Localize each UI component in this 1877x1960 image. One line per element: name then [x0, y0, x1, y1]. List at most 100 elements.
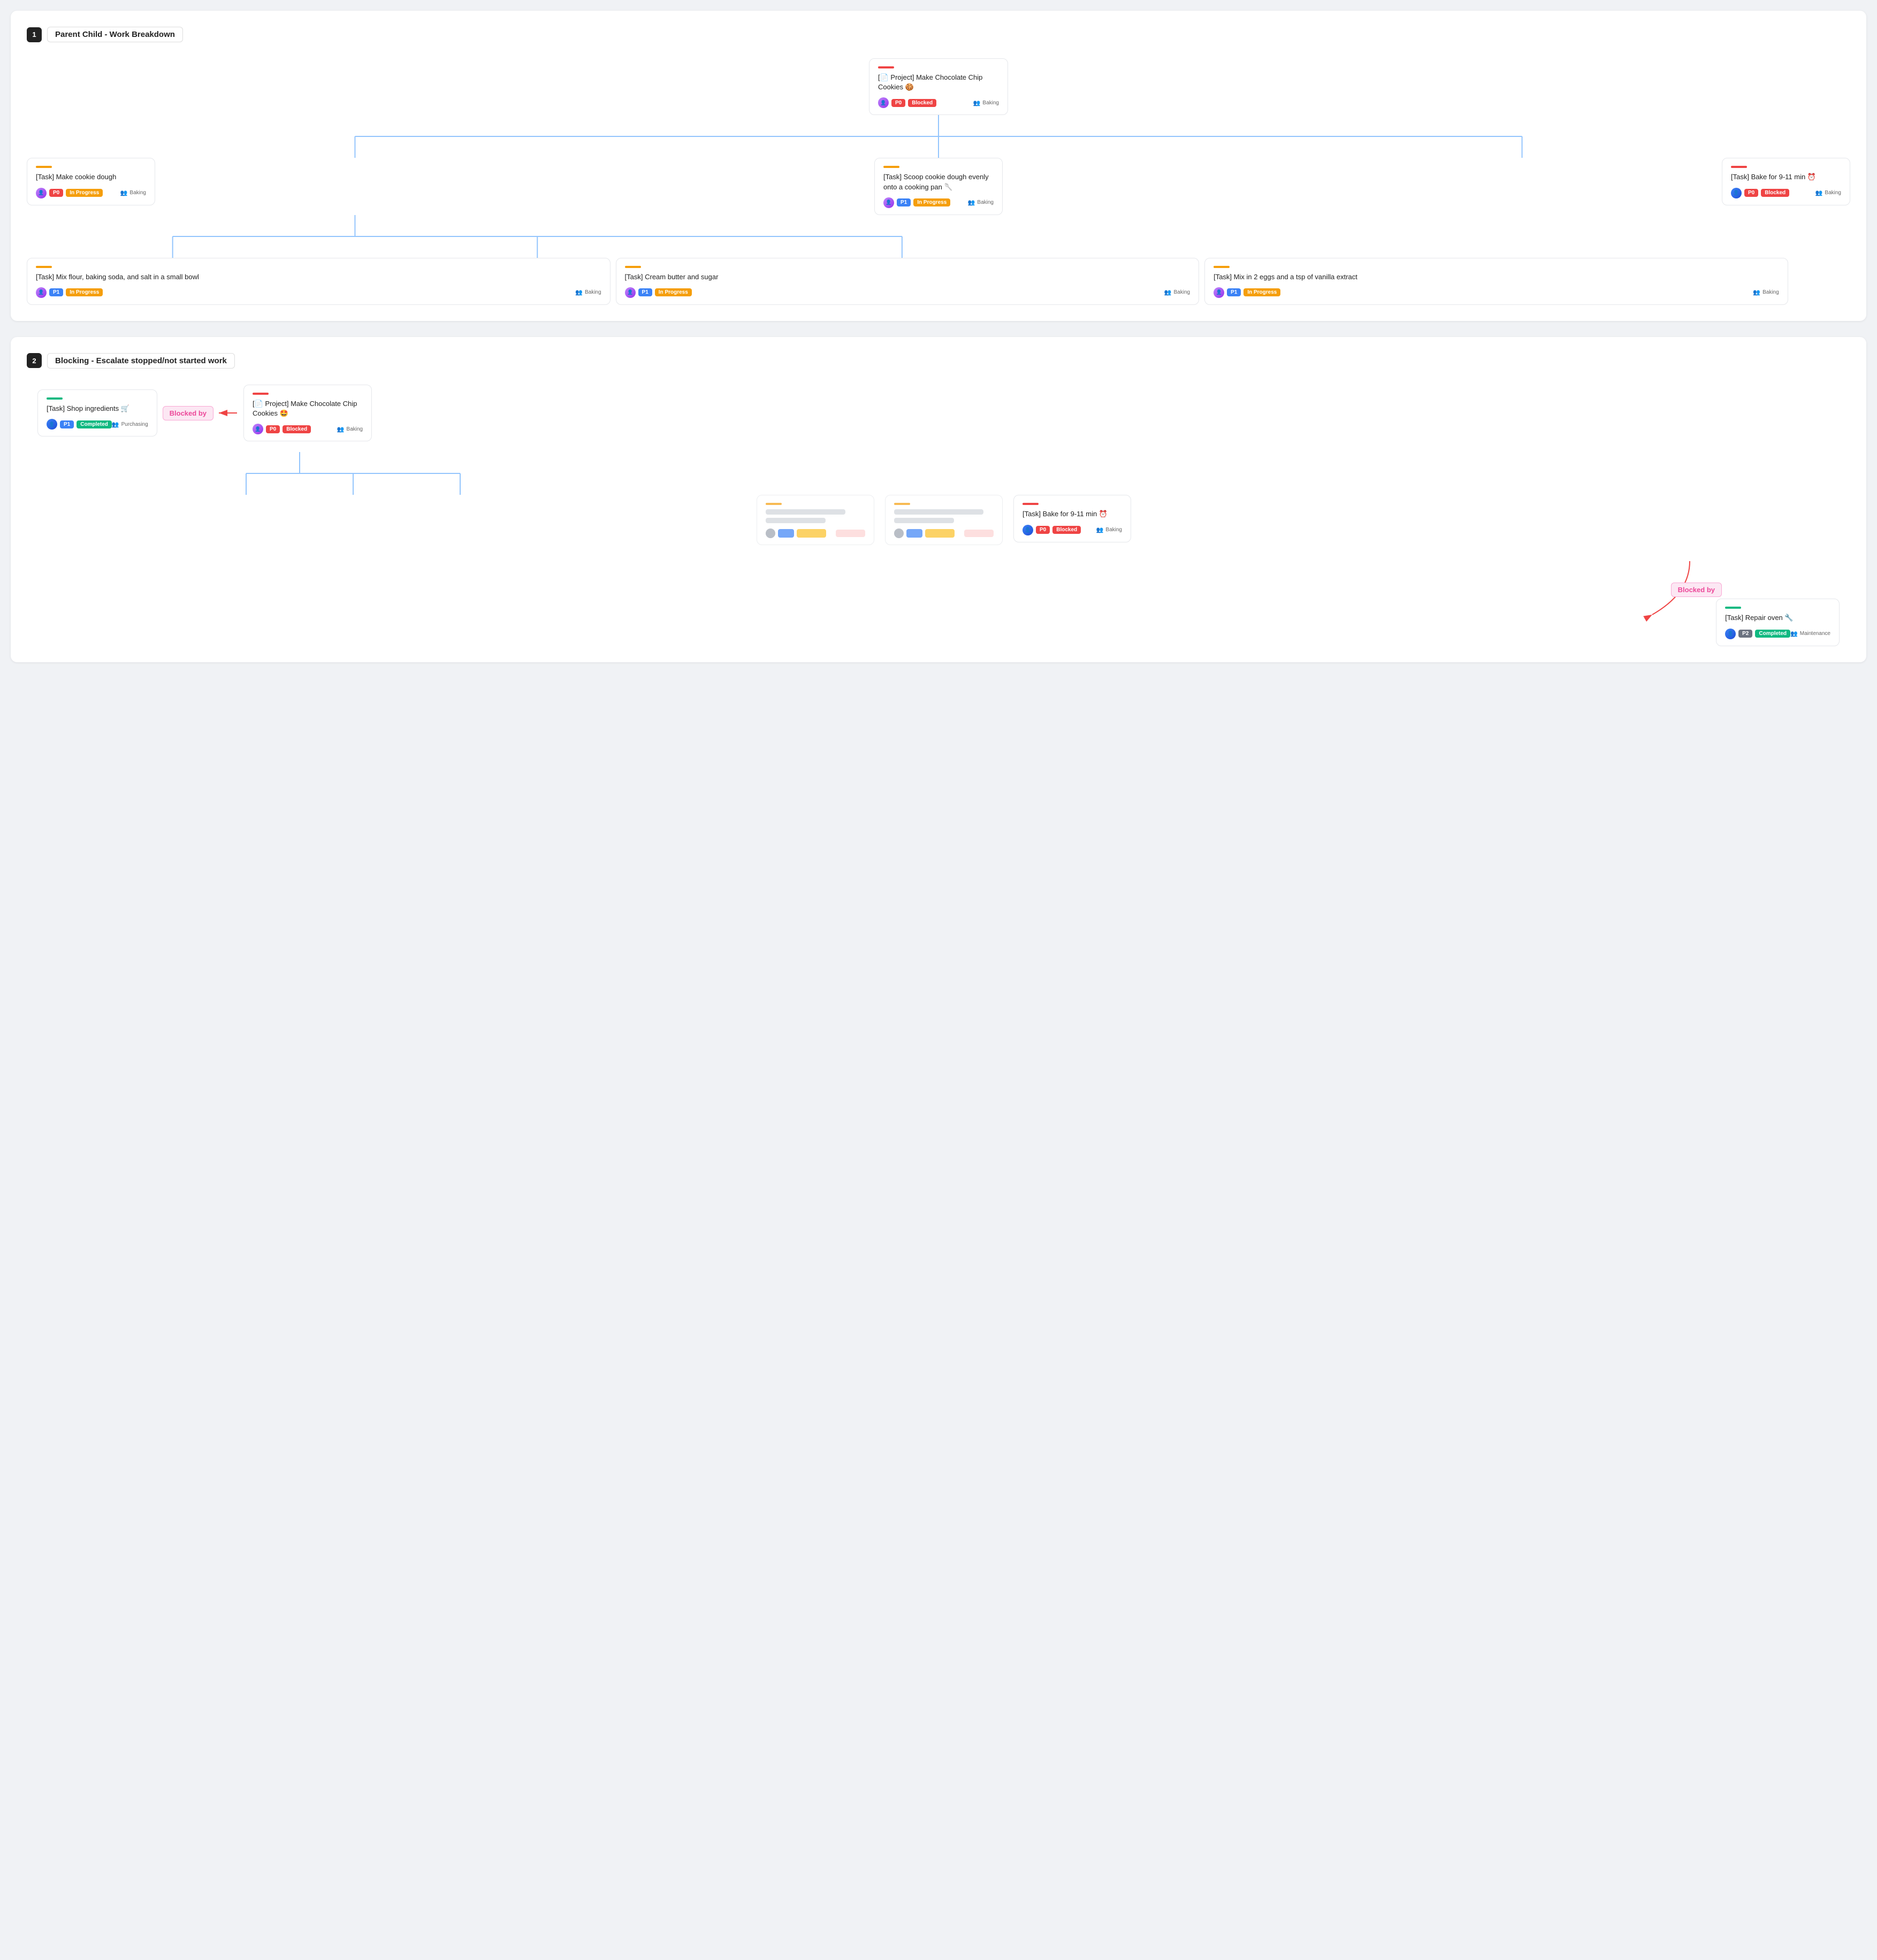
- card-title: [Task] Repair oven 🔧: [1725, 613, 1830, 623]
- team-icon: 👥: [1164, 289, 1172, 296]
- card-footer-left: 👤 P0 Blocked: [1731, 188, 1789, 198]
- section-2: 2 Blocking - Escalate stopped/not starte…: [11, 337, 1866, 662]
- card-team: 👥 Baking: [1096, 526, 1122, 533]
- card-footer-left: 👤 P1 In Progress: [883, 197, 950, 208]
- card-footer-left: 👤 P0 In Progress: [36, 188, 103, 198]
- bake-card[interactable]: [Task] Bake for 9-11 min ⏰ 👤 P0 Blocked …: [1013, 495, 1131, 542]
- section-1: 1 Parent Child - Work Breakdown [📄 Proje…: [11, 11, 1866, 321]
- card-accent: [883, 166, 899, 168]
- priority-badge: P0: [1744, 189, 1758, 197]
- blocked-by-label-2: Blocked by: [1671, 583, 1722, 597]
- section2-layout: [Task] Shop ingredients 🛒 👤 P1 Completed…: [27, 385, 1850, 646]
- repair-card[interactable]: [Task] Repair oven 🔧 👤 P2 Completed 👥 Ma…: [1716, 599, 1840, 646]
- priority-badge: P0: [1036, 526, 1050, 534]
- card-footer-left: 👤 P0 Blocked: [253, 424, 311, 434]
- level1-card-1[interactable]: [Task] Scoop cookie dough evenly onto a …: [874, 158, 1003, 215]
- avatar: 👤: [878, 97, 889, 108]
- avatar: 👤: [253, 424, 263, 434]
- card-accent: [253, 393, 269, 395]
- card-team: 👥 Baking: [1815, 189, 1841, 196]
- section-2-header: 2 Blocking - Escalate stopped/not starte…: [27, 353, 1850, 369]
- priority-badge: P1: [638, 288, 652, 296]
- repair-section: Blocked by [Task] Repair oven 🔧 👤 P2 Com…: [27, 556, 1850, 646]
- status-badge: Completed: [1755, 630, 1790, 638]
- team-icon: 👥: [1815, 189, 1823, 196]
- priority-badge: P0: [891, 99, 905, 107]
- card-footer: 👤 P0 Blocked 👥 Baking: [253, 424, 363, 434]
- s2-connector-svg: [235, 452, 503, 495]
- status-badge: Blocked: [908, 99, 936, 107]
- level2-card-0[interactable]: [Task] Mix flour, baking soda, and salt …: [27, 258, 611, 305]
- card-footer: 👤 P0 Blocked 👥 Baking: [1023, 525, 1122, 535]
- priority-badge: P1: [897, 198, 911, 206]
- avatar: 👤: [883, 197, 894, 208]
- team-redacted: [836, 530, 865, 537]
- card-footer-left: 👤 P2 Completed: [1725, 629, 1790, 639]
- level2-card-2[interactable]: [Task] Mix in 2 eggs and a tsp of vanill…: [1204, 258, 1788, 305]
- shop-card[interactable]: [Task] Shop ingredients 🛒 👤 P1 Completed…: [37, 389, 157, 437]
- team-redacted: [964, 530, 994, 537]
- card-title: [Task] Mix flour, baking soda, and salt …: [36, 272, 601, 282]
- card-footer-left: 👤 P0 Blocked: [1023, 525, 1081, 535]
- priority-badge: P0: [49, 189, 63, 197]
- status-redacted: [797, 529, 826, 538]
- root-card[interactable]: [📄 Project] Make Chocolate Chip Cookies …: [869, 58, 1008, 115]
- section-2-number: 2: [27, 353, 42, 368]
- section-1-title: Parent Child - Work Breakdown: [47, 27, 183, 42]
- redacted-card-2: [885, 495, 1003, 545]
- card-footer-left: 👤 P0 Blocked: [878, 97, 936, 108]
- connector-svg-1: [27, 115, 1850, 158]
- card-footer-left: 👤 P1 Completed: [47, 419, 112, 430]
- card-footer: 👤 P1 In Progress 👥 Baking: [625, 287, 1191, 298]
- avatar: 👤: [36, 188, 47, 198]
- card-footer: 👤 P1 In Progress 👥 Baking: [883, 197, 994, 208]
- s2-level1-row: [Task] Bake for 9-11 min ⏰ 👤 P0 Blocked …: [37, 495, 1850, 545]
- avatar: 👤: [1023, 525, 1033, 535]
- status-badge: Blocked: [1052, 526, 1081, 534]
- priority-badge: P1: [49, 288, 63, 296]
- card-team: 👥 Purchasing: [112, 421, 148, 428]
- card-title: [Task] Bake for 9-11 min ⏰: [1731, 172, 1841, 182]
- card-footer-left: 👤 P1 In Progress: [1214, 287, 1280, 298]
- card-title: [Task] Mix in 2 eggs and a tsp of vanill…: [1214, 272, 1779, 282]
- status-badge: Completed: [77, 420, 112, 428]
- priority-badge: P2: [1738, 630, 1752, 638]
- card-team: 👥 Maintenance: [1790, 630, 1830, 637]
- status-badge: In Progress: [66, 189, 103, 197]
- priority-badge: P0: [266, 425, 280, 433]
- card-accent: [766, 503, 782, 505]
- root-card-s2[interactable]: [📄 Project] Make Chocolate Chip Cookies …: [243, 385, 372, 441]
- avatar-redacted: [894, 529, 904, 538]
- card-footer: [894, 529, 994, 538]
- status-badge: Blocked: [1761, 189, 1789, 197]
- card-accent: [878, 66, 894, 68]
- card-team: 👥 Baking: [337, 426, 363, 433]
- avatar-redacted: [766, 529, 775, 538]
- card-accent: [894, 503, 910, 505]
- team-icon: 👥: [337, 426, 345, 433]
- avatar: 👤: [36, 287, 47, 298]
- card-team: 👥 Baking: [120, 189, 146, 196]
- section-1-header: 1 Parent Child - Work Breakdown: [27, 27, 1850, 42]
- card-accent: [36, 166, 52, 168]
- card-accent: [1731, 166, 1747, 168]
- card-accent: [1725, 607, 1741, 609]
- level2-card-1[interactable]: [Task] Cream butter and sugar 👤 P1 In Pr…: [616, 258, 1200, 305]
- team-icon: 👥: [973, 99, 981, 106]
- connector-svg-2: [27, 215, 1850, 258]
- level1-card-0[interactable]: [Task] Make cookie dough 👤 P0 In Progres…: [27, 158, 155, 205]
- card-footer: 👤 P0 Blocked 👥 Baking: [1731, 188, 1841, 198]
- status-badge: In Progress: [1243, 288, 1280, 296]
- status-redacted: [925, 529, 955, 538]
- card-footer: [766, 529, 865, 538]
- blocked-by-label: Blocked by: [163, 406, 213, 420]
- avatar: 👤: [1725, 629, 1736, 639]
- card-team: 👥 Baking: [973, 99, 999, 106]
- card-title: [📄 Project] Make Chocolate Chip Cookies …: [253, 399, 363, 418]
- level1-card-2[interactable]: [Task] Bake for 9-11 min ⏰ 👤 P0 Blocked …: [1722, 158, 1850, 205]
- card-footer: 👤 P1 In Progress 👥 Baking: [1214, 287, 1779, 298]
- team-icon: 👥: [112, 421, 119, 428]
- team-icon: 👥: [1753, 289, 1760, 296]
- card-footer-left: 👤 P1 In Progress: [36, 287, 103, 298]
- priority-badge: P1: [1227, 288, 1241, 296]
